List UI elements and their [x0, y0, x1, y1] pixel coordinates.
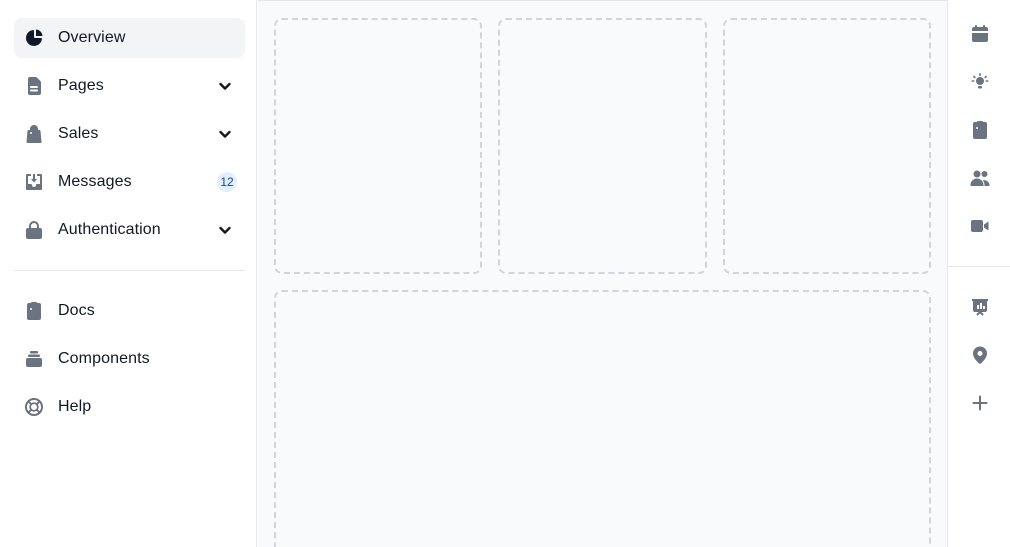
plus-icon[interactable]	[964, 387, 996, 419]
sidebar-item-messages[interactable]: Messages 12	[14, 162, 245, 202]
sidebar-item-help[interactable]: Help	[14, 387, 245, 427]
sidebar-item-label: Help	[58, 398, 92, 415]
shopping-bag-icon	[24, 124, 44, 144]
sidebar-item-sales[interactable]: Sales	[14, 114, 245, 154]
document-icon	[24, 76, 44, 96]
sidebar-item-pages[interactable]: Pages	[14, 66, 245, 106]
chevron-down-icon	[217, 222, 233, 238]
sidebar-item-label: Sales	[58, 125, 99, 142]
sidebar-item-label: Pages	[58, 77, 104, 94]
inbox-icon	[24, 172, 44, 192]
sidebar-item-label: Messages	[58, 173, 132, 190]
chevron-down-icon	[217, 78, 233, 94]
placeholder-card-2	[498, 18, 707, 274]
calendar-icon[interactable]	[964, 18, 996, 50]
sidebar-item-label: Components	[58, 350, 150, 367]
rail-divider	[948, 266, 1010, 267]
lightbulb-icon[interactable]	[964, 66, 996, 98]
chart-pie-icon	[24, 28, 44, 48]
sidebar-item-authentication[interactable]: Authentication	[14, 210, 245, 250]
sidebar-item-components[interactable]: Components	[14, 339, 245, 379]
presentation-chart-icon[interactable]	[964, 291, 996, 323]
sidebar-item-docs[interactable]: Docs	[14, 291, 245, 331]
video-camera-icon[interactable]	[964, 210, 996, 242]
placeholder-card-1	[274, 18, 482, 274]
right-icon-rail	[947, 0, 1010, 547]
placeholder-card-wide	[274, 290, 931, 547]
location-pin-icon[interactable]	[964, 339, 996, 371]
chevron-down-icon	[217, 126, 233, 142]
placeholder-card-3	[723, 18, 931, 274]
collection-icon	[24, 349, 44, 369]
sidebar-item-overview[interactable]: Overview	[14, 18, 245, 58]
main-content	[258, 0, 947, 547]
clipboard-list-icon	[24, 301, 44, 321]
support-icon	[24, 397, 44, 417]
sidebar-item-label: Overview	[58, 29, 126, 46]
sidebar-divider	[14, 270, 245, 271]
messages-count-badge: 12	[217, 172, 237, 192]
clipboard-icon[interactable]	[964, 114, 996, 146]
sidebar-item-label: Docs	[58, 302, 95, 319]
app-root: Overview Pages Sales Messages 12 Authent…	[0, 0, 1010, 547]
lock-icon	[24, 220, 44, 240]
users-icon[interactable]	[964, 162, 996, 194]
sidebar: Overview Pages Sales Messages 12 Authent…	[0, 0, 257, 547]
sidebar-item-label: Authentication	[58, 221, 161, 238]
